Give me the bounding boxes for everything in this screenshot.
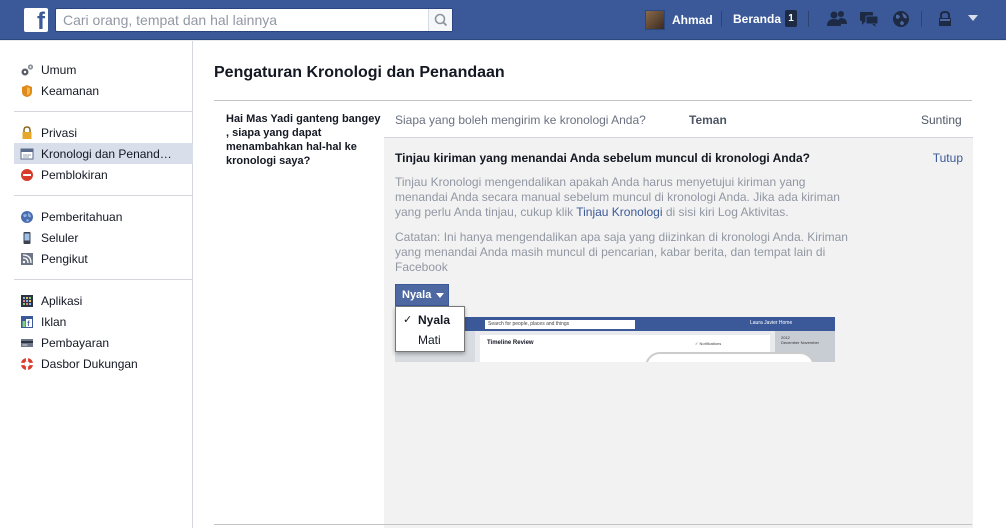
- review-toggle-select[interactable]: Nyala: [395, 284, 449, 306]
- divider: [808, 11, 809, 27]
- sidebar-item-pemberitahuan[interactable]: Pemberitahuan: [14, 206, 193, 227]
- sidebar-item-label: Umum: [41, 62, 77, 77]
- lifebuoy-icon: [21, 357, 33, 370]
- divider: [721, 11, 722, 27]
- sidebar-item-label: Keamanan: [41, 83, 100, 98]
- edit-link[interactable]: Sunting: [921, 113, 962, 127]
- avatar: [645, 10, 665, 30]
- search-button[interactable]: [428, 9, 452, 31]
- home-link[interactable]: Beranda: [733, 12, 781, 26]
- description-text-end: di sisi kiri Log Aktivitas.: [662, 205, 789, 219]
- divider: [921, 11, 922, 27]
- ads-icon: f: [21, 315, 33, 328]
- globe-icon: [21, 210, 33, 223]
- preview-search-text: Search for people, places and things: [485, 320, 635, 329]
- sidebar-item-privasi[interactable]: Privasi: [14, 122, 193, 143]
- sidebar-item-label: Kronologi dan Penand…: [41, 146, 172, 161]
- page-title: Pengaturan Kronologi dan Penandaan: [214, 64, 505, 81]
- preview-user-text: Laura Javier Home: [750, 320, 793, 326]
- mobile-icon: [23, 231, 31, 244]
- timeline-review-panel: Tinjau kiriman yang menandai Anda sebelu…: [384, 137, 973, 528]
- panel-note: Catatan: Ini hanya mengendalikan apa saj…: [395, 230, 848, 274]
- home-badge: 1: [785, 10, 797, 27]
- sidebar-item-umum[interactable]: Umum: [14, 59, 193, 80]
- rss-icon: [21, 252, 33, 265]
- lock-icon: [22, 125, 32, 139]
- sidebar-item-iklan[interactable]: f Iklan: [14, 311, 193, 332]
- close-link[interactable]: Tutup: [933, 151, 963, 165]
- search-input[interactable]: [56, 9, 428, 31]
- option-mati[interactable]: Mati: [396, 331, 464, 349]
- preview-oval: [645, 352, 815, 362]
- settings-sidebar: Umum Keamanan Privasi Kronologi dan Pena…: [0, 41, 193, 528]
- preview-year: 2012 December November: [781, 335, 819, 345]
- sidebar-item-kronologi[interactable]: Kronologi dan Penand…: [14, 143, 193, 164]
- bottom-divider: [214, 524, 972, 525]
- search-icon: [434, 13, 448, 27]
- messages-icon[interactable]: [858, 9, 880, 29]
- account-caret-icon[interactable]: [968, 15, 978, 21]
- panel-description: Tinjau Kronologi mengendalikan apakah An…: [395, 175, 855, 220]
- facebook-logo[interactable]: f: [24, 8, 48, 34]
- block-icon: [21, 168, 33, 181]
- profile-link[interactable]: Ahmad: [645, 9, 713, 31]
- sidebar-item-seluler[interactable]: Seluler: [14, 227, 193, 248]
- checkmark-icon: ✓: [403, 314, 413, 326]
- search-box: [55, 8, 453, 32]
- sidebar-item-label: Pemblokiran: [41, 167, 108, 182]
- sidebar-divider: [14, 279, 193, 280]
- preview-notifications: ✓ Notifications: [695, 341, 722, 346]
- timeline-icon: [20, 148, 34, 159]
- option-label: Nyala: [418, 313, 451, 327]
- sidebar-item-label: Iklan: [41, 314, 67, 329]
- sidebar-item-keamanan[interactable]: Keamanan: [14, 80, 193, 101]
- sidebar-item-label: Dasbor Dukungan: [41, 356, 138, 371]
- sidebar-item-label: Pemberitahuan: [41, 209, 123, 224]
- sidebar-item-aplikasi[interactable]: Aplikasi: [14, 290, 193, 311]
- notifications-globe-icon[interactable]: [890, 9, 912, 29]
- option-nyala[interactable]: ✓ Nyala: [396, 311, 464, 329]
- sidebar-divider: [14, 195, 193, 196]
- friends-icon[interactable]: [826, 9, 848, 29]
- sidebar-item-pemblokiran[interactable]: Pemblokiran: [14, 164, 193, 185]
- sidebar-item-dasbor-dukungan[interactable]: Dasbor Dukungan: [14, 353, 193, 374]
- shield-icon: [22, 84, 32, 97]
- sidebar-item-pengikut[interactable]: Pengikut: [14, 248, 193, 269]
- setting-row-question: Siapa yang boleh mengirim ke kronologi A…: [395, 113, 646, 127]
- sidebar-item-label: Pembayaran: [41, 335, 110, 350]
- chevron-down-icon: [436, 292, 445, 298]
- sidebar-divider: [14, 111, 193, 112]
- setting-question: Hai Mas Yadi ganteng bangey , siapa yang…: [226, 113, 381, 167]
- preview-title: Timeline Review: [487, 340, 534, 346]
- panel-heading: Tinjau kiriman yang menandai Anda sebelu…: [395, 151, 810, 165]
- user-name: Ahmad: [672, 13, 713, 27]
- main-panel: Umum Keamanan Privasi Kronologi dan Pena…: [0, 41, 1006, 528]
- sidebar-item-label: Pengikut: [41, 251, 88, 266]
- apps-icon: [21, 294, 33, 307]
- select-value: Nyala: [402, 289, 432, 301]
- option-label: Mati: [418, 333, 441, 347]
- privacy-lock-icon[interactable]: [934, 9, 956, 29]
- top-bar: f Ahmad Beranda 1: [0, 0, 1006, 40]
- payment-icon: [21, 338, 33, 347]
- sidebar-item-label: Seluler: [41, 230, 79, 245]
- sidebar-item-pembayaran[interactable]: Pembayaran: [14, 332, 193, 353]
- gears-icon: [21, 63, 34, 75]
- timeline-review-link[interactable]: Tinjau Kronologi: [576, 205, 662, 219]
- review-toggle-dropdown: ✓ Nyala Mati: [395, 306, 465, 352]
- preview-months-text: December November: [781, 340, 820, 345]
- sidebar-item-label: Aplikasi: [41, 293, 83, 308]
- title-divider: [214, 100, 972, 101]
- sidebar-item-label: Privasi: [41, 125, 78, 140]
- setting-row-value: Teman: [689, 113, 727, 127]
